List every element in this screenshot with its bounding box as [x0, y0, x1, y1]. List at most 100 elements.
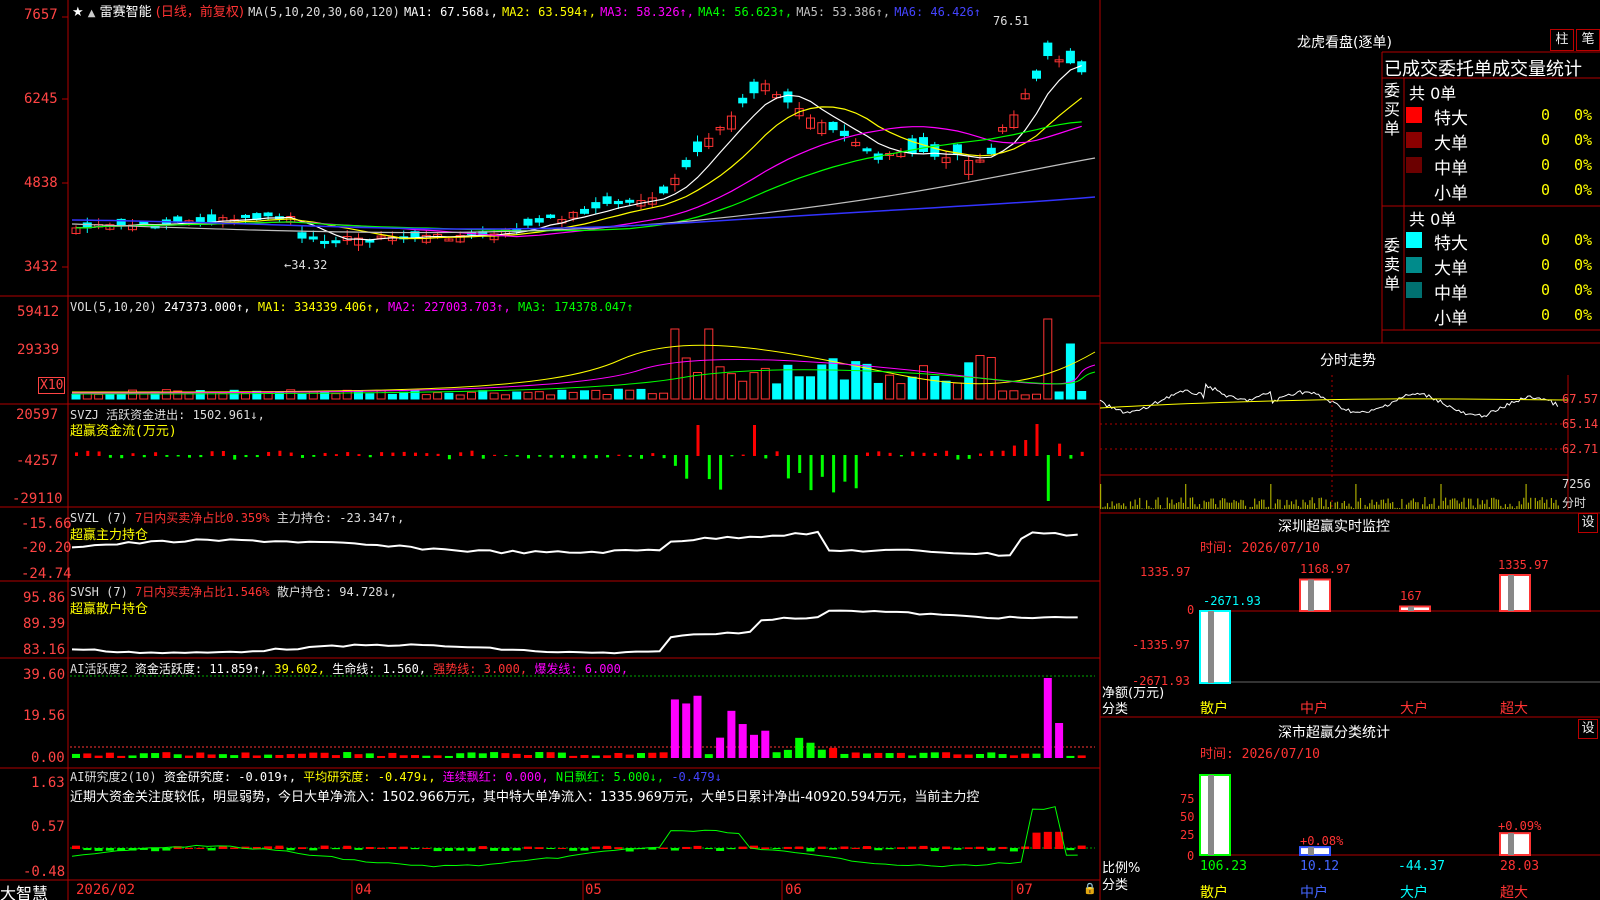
intraday-vol-bar	[1189, 497, 1191, 509]
intraday-vol-bar	[1249, 507, 1251, 509]
period-label[interactable]: (日线，前复权)	[156, 5, 244, 20]
ai2-bar	[354, 848, 363, 850]
intraday-vol-bar	[1461, 501, 1463, 509]
ai2-bars	[72, 831, 1086, 852]
intraday-vol-bar	[1449, 499, 1451, 509]
intraday-axis-0: 67.57	[1562, 392, 1599, 406]
intraday-vol-bar	[1240, 499, 1242, 509]
volume-bar	[704, 328, 714, 400]
intraday-vol-bar	[1380, 499, 1382, 509]
intraday-vol-bar	[1454, 498, 1456, 509]
candle-body	[546, 214, 556, 218]
ai1-bar	[320, 752, 329, 758]
ai1-bar	[1055, 723, 1064, 758]
ai1-bar	[83, 753, 92, 758]
stats-settings-button[interactable]: 设	[1578, 719, 1598, 739]
monitor-bar-body	[1499, 574, 1531, 612]
volume-bar	[839, 379, 849, 400]
intraday-vol-bar	[1373, 504, 1375, 509]
intraday-vol-bar	[1348, 503, 1350, 509]
monitor-bar-shade	[1308, 579, 1314, 611]
intraday-vol-bar	[1100, 484, 1102, 509]
ai1-bar	[896, 752, 905, 758]
svzj-bar	[199, 455, 203, 458]
volume-bar	[806, 376, 815, 400]
chart-canvas[interactable]	[0, 0, 1600, 900]
intraday-vol-bar	[1148, 505, 1150, 509]
svzj-bar	[1035, 424, 1039, 456]
intraday-vol-bar	[1357, 501, 1359, 509]
intraday-unit: 分时	[1562, 496, 1587, 510]
star-icon[interactable]: ★	[72, 5, 84, 20]
ai2-bar	[422, 847, 431, 849]
sell-m-count: 0	[1541, 281, 1551, 299]
intraday-vol-bar	[1341, 503, 1343, 509]
buy-s-count: 0	[1541, 181, 1551, 199]
ai2-bar	[309, 848, 318, 851]
stats-category-label: 分类	[1102, 878, 1129, 893]
svzj-bar	[255, 455, 259, 458]
volume-bar	[478, 390, 488, 400]
intraday-vol-bar	[1254, 498, 1256, 509]
intraday-vol-bar	[1281, 508, 1283, 509]
sell-s-label: 小单	[1434, 309, 1468, 329]
candle-body	[207, 214, 217, 223]
intraday-vol-bar	[1215, 504, 1217, 509]
ai1-bar	[998, 754, 1007, 758]
ai1-bar	[117, 755, 126, 758]
intraday-vol-bar	[1297, 505, 1299, 509]
svzj-bar	[244, 455, 248, 458]
svzj-bar	[165, 455, 169, 457]
monitor-settings-button[interactable]: 设	[1578, 513, 1598, 533]
intraday-vol-bar	[1415, 502, 1417, 509]
intraday-vol-bar	[1251, 506, 1253, 509]
ai2-bar	[580, 848, 589, 851]
svzj-bar	[323, 452, 327, 456]
sell-m-label: 中单	[1434, 284, 1468, 304]
intraday-vol-bar	[1555, 499, 1557, 509]
ai1-burst: 爆发线: 6.000,	[534, 662, 629, 676]
intraday-vol-bar	[1132, 506, 1134, 509]
ai2-bar	[885, 848, 894, 850]
arrow-icon[interactable]: ▲	[88, 8, 96, 19]
low-mark: ←34.32	[284, 258, 328, 272]
intraday-vol-bar	[1201, 508, 1203, 509]
ai1-bar	[874, 752, 883, 758]
intraday-vol-bar	[1424, 497, 1426, 509]
ai2-bar	[829, 848, 838, 850]
sell-s-count: 0	[1541, 306, 1551, 324]
ai2-bar	[72, 845, 80, 849]
ai2-bar	[591, 846, 600, 849]
ai1-bar	[399, 755, 408, 758]
ai2-bar	[1009, 848, 1018, 852]
buy-side-label: 委买单	[1384, 81, 1401, 138]
intraday-vol-bar	[1546, 499, 1548, 509]
lock-icon[interactable]: 🔒	[1083, 882, 1097, 895]
ai2-bar	[942, 846, 951, 849]
volume-bar	[1032, 393, 1041, 400]
volume-bar	[636, 388, 646, 400]
svzj-bar	[402, 451, 406, 456]
intraday-vol-bar	[1150, 507, 1152, 509]
stats-bar-body	[1299, 846, 1331, 856]
ai1-bar	[422, 755, 431, 758]
sell-xl-swatch	[1406, 232, 1422, 248]
svzj-bar	[301, 455, 304, 458]
ai1-bar	[829, 747, 838, 758]
monitor-cat-large: 大户	[1400, 701, 1428, 717]
vol-scale-button[interactable]: X10	[38, 377, 66, 394]
intraday-vol-bar	[1136, 504, 1138, 509]
ai2-red-n: N日飘红: 5.000↓,	[555, 770, 665, 784]
stats-axis-3: 0	[1187, 849, 1195, 863]
svzj-bar	[662, 455, 666, 459]
ai2-bar	[151, 848, 160, 852]
volume-bar	[885, 374, 895, 400]
stock-name[interactable]: 雷赛智能	[100, 5, 152, 20]
vol-ma1-line	[71, 344, 1096, 393]
ai2-bar	[94, 848, 103, 851]
ai2-axis-1: 0.57	[31, 819, 65, 835]
bar-mode-button[interactable]: 柱	[1550, 29, 1574, 51]
tick-mode-button[interactable]: 笔	[1576, 29, 1600, 51]
svzj-bar	[866, 452, 869, 456]
volume-bar	[681, 357, 691, 400]
